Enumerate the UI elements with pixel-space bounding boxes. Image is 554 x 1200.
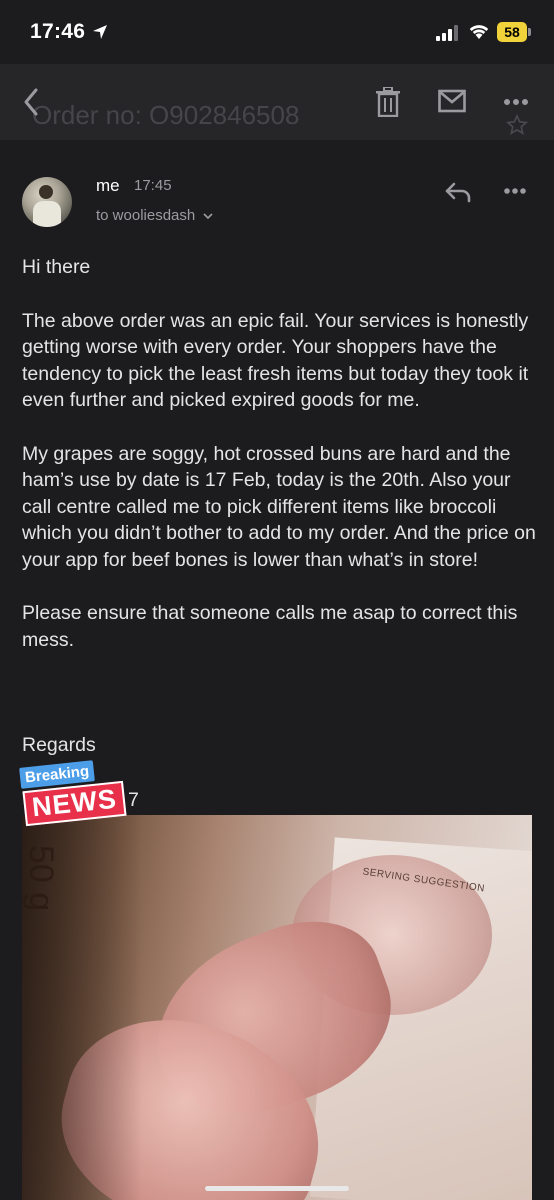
closing: Regards — [22, 734, 96, 756]
avatar[interactable] — [22, 177, 72, 227]
news-label: NEWS — [22, 780, 127, 827]
star-icon[interactable] — [506, 114, 528, 136]
home-indicator[interactable] — [205, 1186, 349, 1191]
photo-weight-text: 50 g — [22, 845, 60, 912]
chevron-down-icon — [203, 213, 213, 220]
recipient-toggle[interactable]: to wooliesdash — [96, 207, 214, 224]
mail-icon[interactable] — [438, 89, 466, 113]
trash-icon[interactable] — [375, 87, 401, 117]
body-paragraph-1: The above order was an epic fail. Your s… — [22, 309, 529, 412]
body-paragraph-2: My grapes are soggy, hot crossed buns ar… — [22, 442, 536, 571]
body-paragraph-3: Please ensure that someone calls me asap… — [22, 602, 518, 651]
sender-name: me — [96, 176, 120, 195]
breaking-news-sticker: Breaking NEWS — [18, 760, 136, 830]
email-subject: Order no: O902846508 — [32, 100, 300, 130]
avatar-body — [33, 201, 61, 227]
more-horizontal-icon[interactable] — [503, 98, 529, 106]
location-arrow-icon — [93, 25, 107, 39]
status-time: 17:46 — [30, 20, 86, 43]
battery-cap — [528, 28, 531, 36]
sent-time: 17:45 — [134, 177, 172, 194]
attached-photo[interactable]: 50 g SERVING SUGGESTION — [22, 815, 532, 1200]
greeting: Hi there — [22, 256, 91, 278]
reply-icon[interactable] — [444, 181, 472, 203]
wifi-icon — [469, 25, 489, 39]
avatar-head — [39, 185, 53, 199]
message-more-icon[interactable] — [503, 187, 527, 195]
battery-indicator: 58 — [497, 22, 527, 42]
email-body: Hi there The above order was an epic fai… — [22, 254, 537, 680]
status-bar: 17:46 58 — [0, 0, 554, 64]
recipient-text: to wooliesdash — [96, 207, 196, 224]
signal-icon — [436, 25, 458, 41]
back-chevron-icon[interactable] — [18, 86, 46, 118]
